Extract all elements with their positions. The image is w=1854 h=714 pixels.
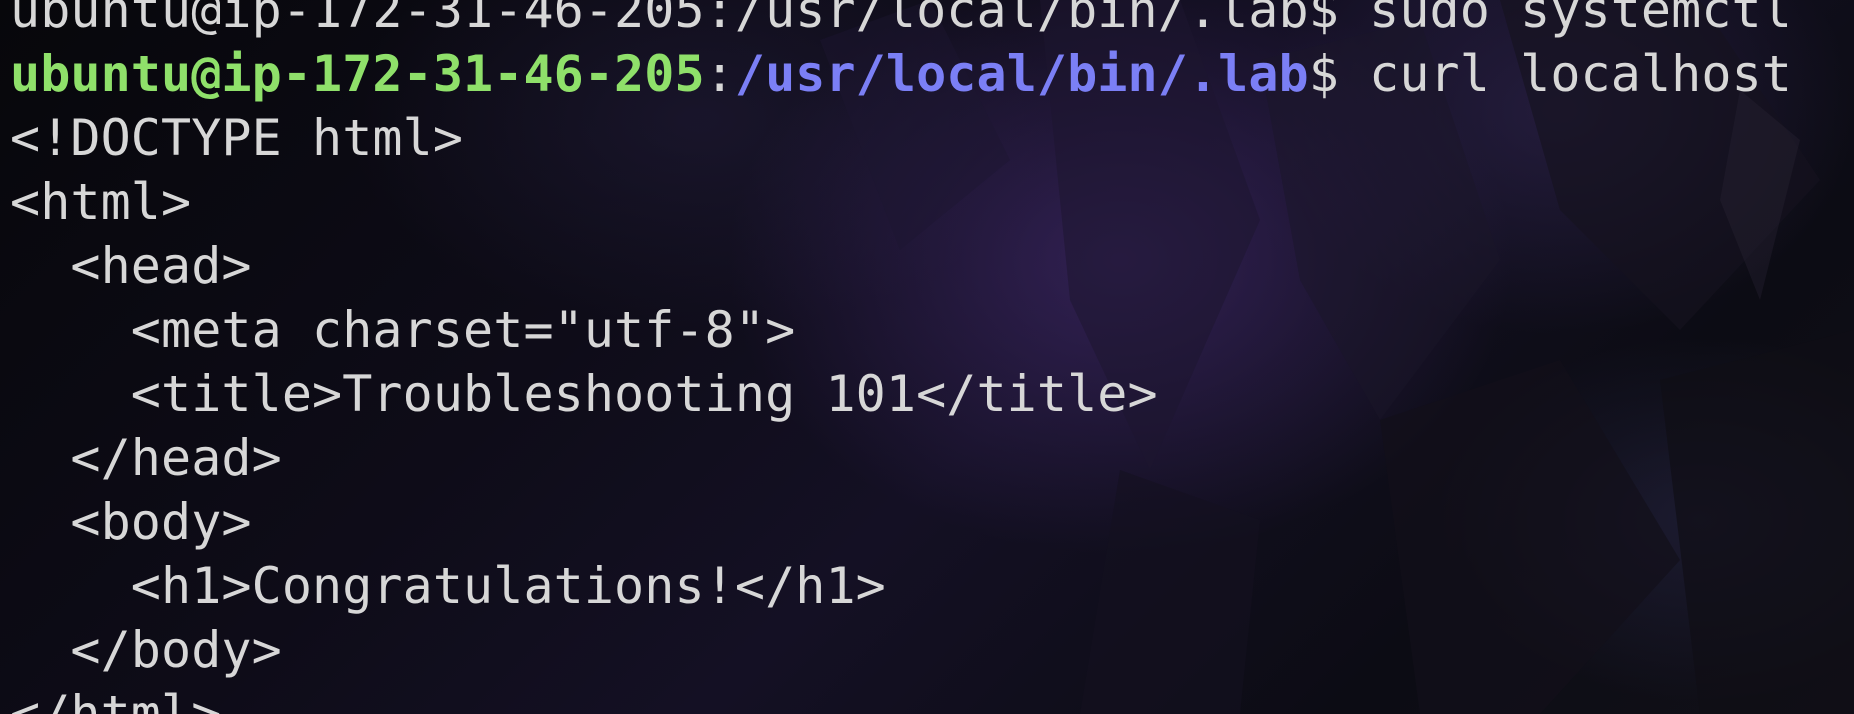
prompt-cwd: /usr/local/bin/.lab	[734, 45, 1309, 103]
output-line: <!DOCTYPE html>	[10, 109, 464, 167]
output-line: <html>	[10, 173, 192, 231]
output-line: </body>	[10, 621, 282, 679]
output-line: <meta charset="utf-8">	[10, 301, 796, 359]
output-line: <head>	[10, 237, 252, 295]
prompt-sign: $	[1308, 45, 1339, 103]
terminal-window[interactable]: ubuntu@ip-172-31-46-205:/usr/local/bin/.…	[0, 0, 1854, 714]
output-line: <body>	[10, 493, 252, 551]
output-line: <h1>Congratulations!</h1>	[10, 557, 886, 615]
prompt-separator: :	[704, 45, 735, 103]
clipped-previous-line: ubuntu@ip-172-31-46-205:/usr/local/bin/.…	[10, 0, 1792, 39]
terminal-output[interactable]: ubuntu@ip-172-31-46-205:/usr/local/bin/.…	[10, 0, 1792, 714]
prompt-user-host: ubuntu@ip-172-31-46-205	[10, 45, 705, 103]
prompt-line: ubuntu@ip-172-31-46-205:/usr/local/bin/.…	[10, 42, 1792, 106]
output-line: <title>Troubleshooting 101</title>	[10, 365, 1158, 423]
prompt-command: curl localhost	[1338, 45, 1792, 103]
output-line: </html>	[10, 685, 222, 714]
output-line: </head>	[10, 429, 282, 487]
